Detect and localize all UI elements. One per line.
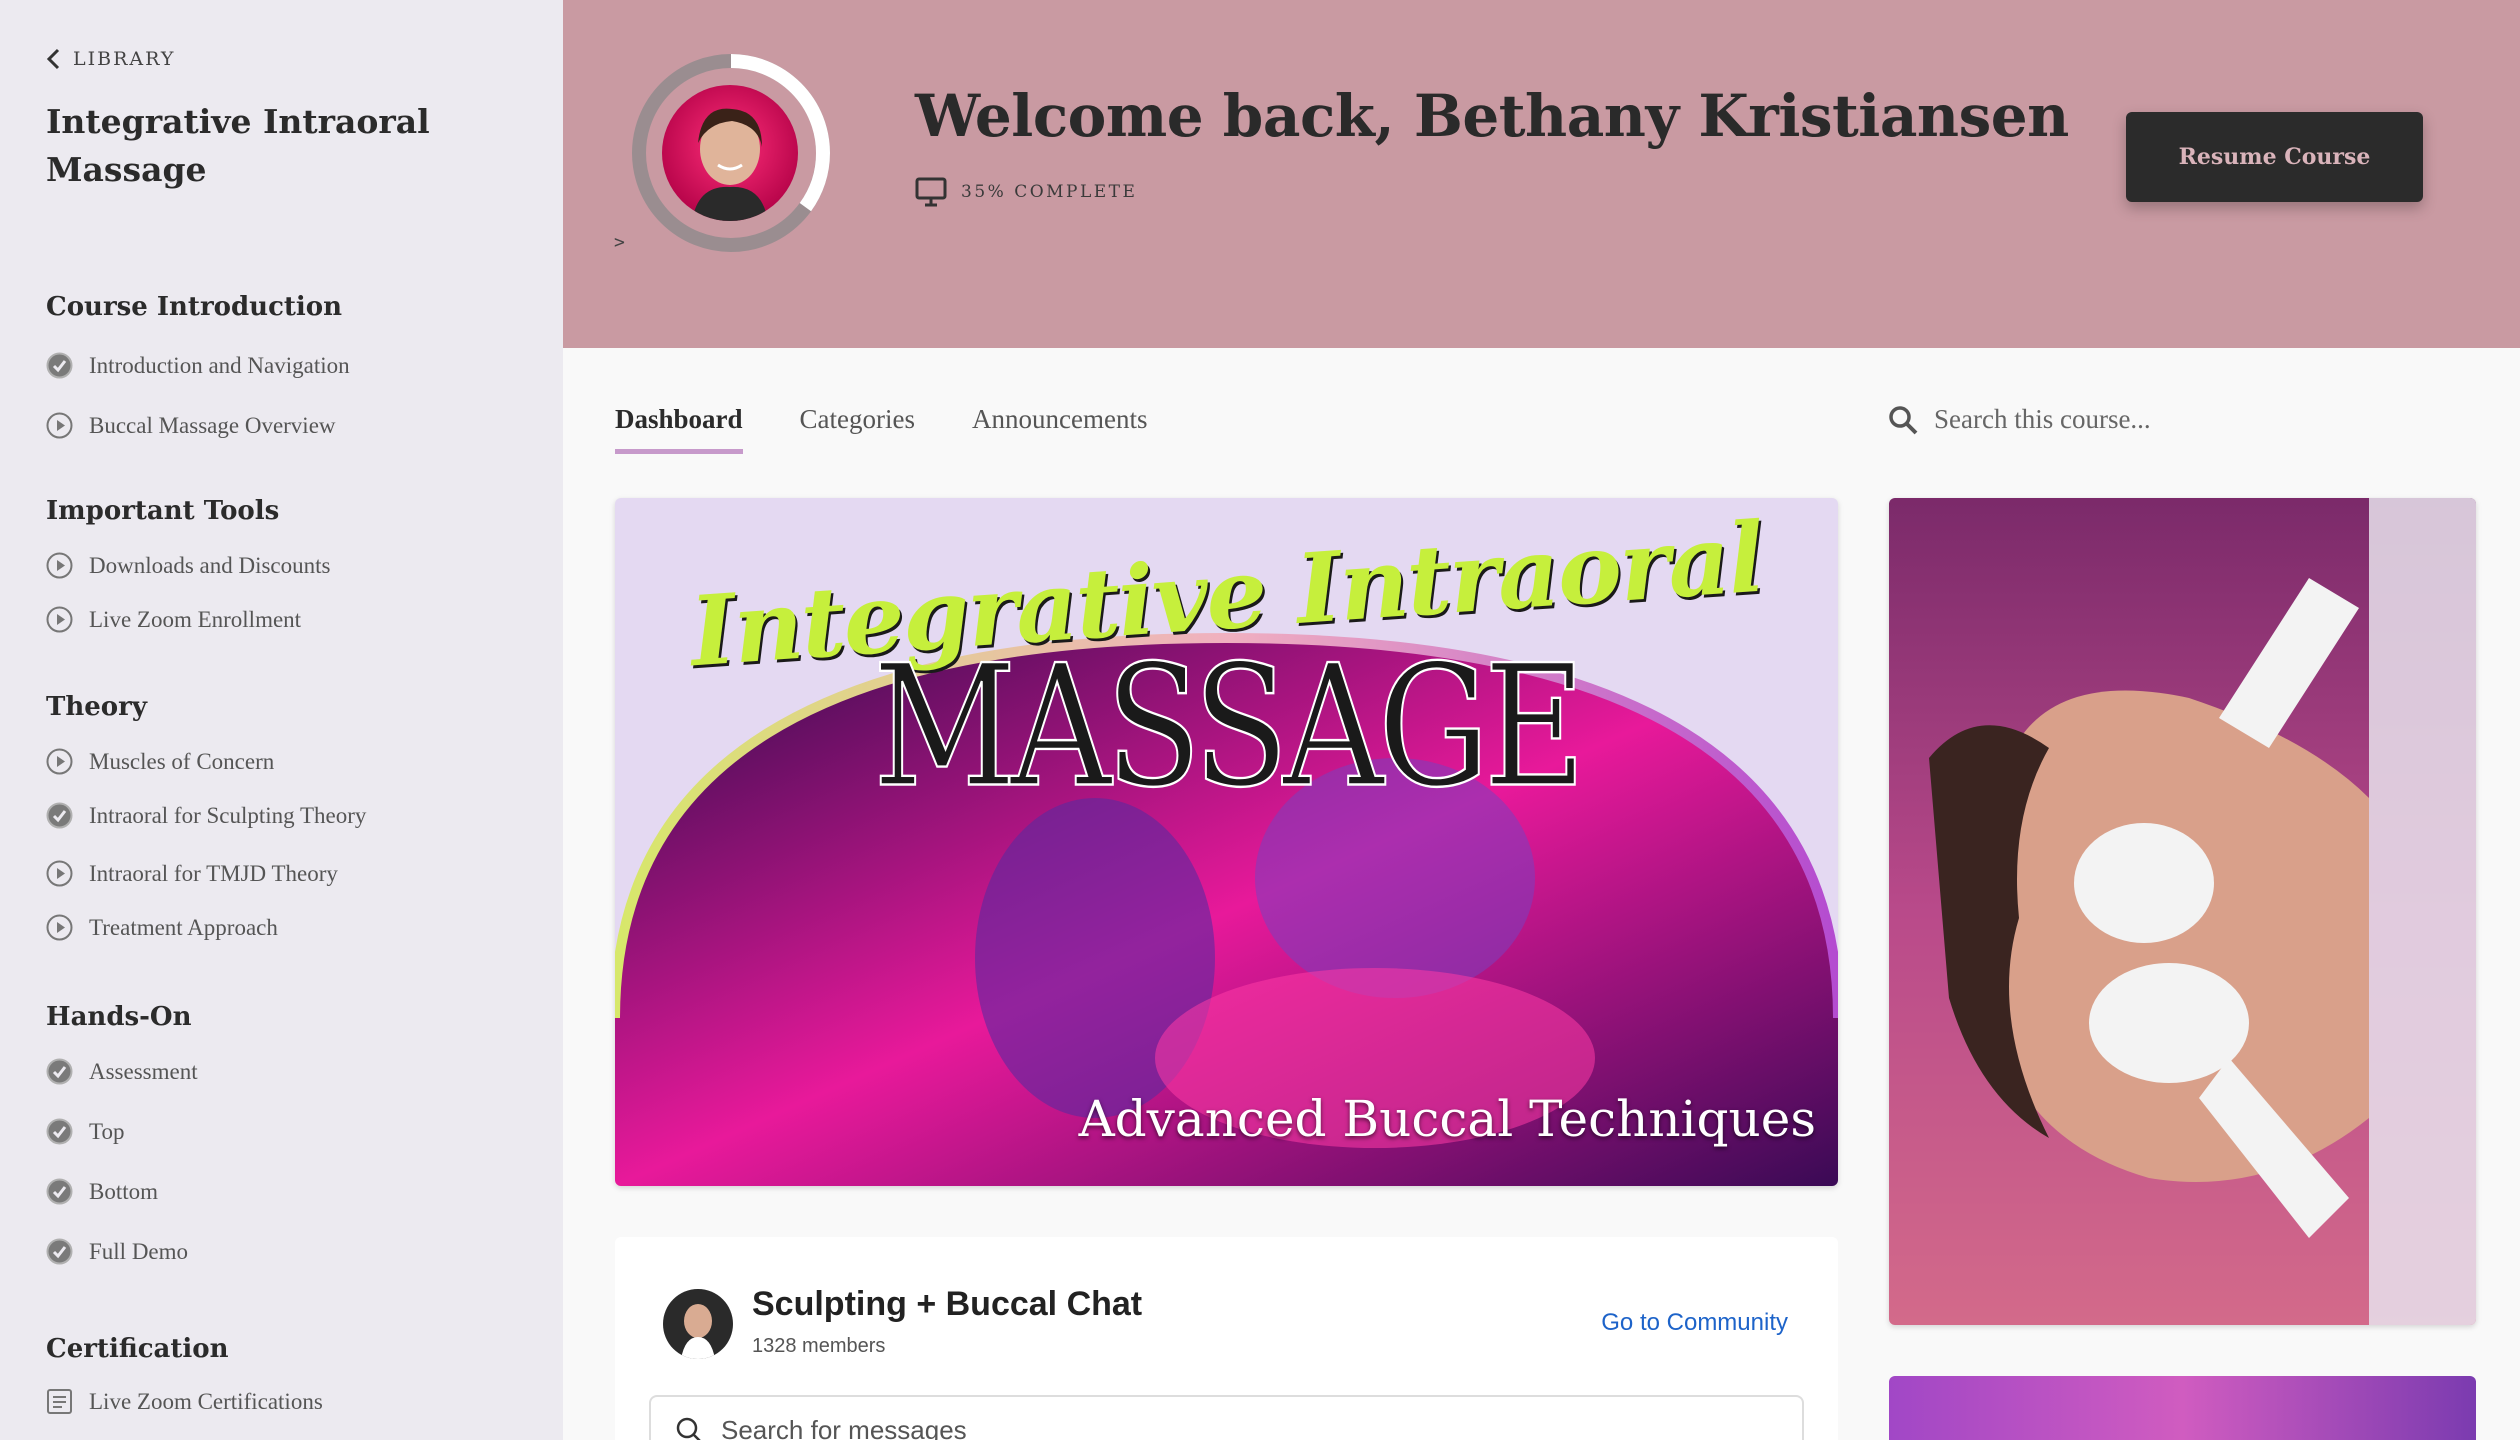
document-icon: [46, 1388, 73, 1415]
lesson-item[interactable]: Full Demo: [46, 1238, 188, 1265]
lesson-item[interactable]: Assessment: [46, 1058, 198, 1085]
go-to-community-link[interactable]: Go to Community: [1601, 1309, 1788, 1337]
check-circle-icon: [46, 1058, 73, 1085]
course-side-image-2[interactable]: [1889, 1376, 2476, 1440]
section-course-introduction: Course Introduction Introduction and Nav…: [46, 292, 350, 439]
section-hands-on: Hands-On Assessment Top Bottom Full Demo: [46, 1002, 198, 1265]
chevron-left-icon: [46, 48, 60, 70]
section-theory: Theory Muscles of Concern Intraoral for …: [46, 692, 366, 941]
lesson-item[interactable]: Treatment Approach: [46, 914, 278, 941]
check-circle-icon: [46, 1118, 73, 1145]
play-circle-icon: [46, 412, 73, 439]
check-circle-icon: [46, 352, 73, 379]
lesson-item[interactable]: Introduction and Navigation: [46, 352, 350, 379]
banner-title: MASSAGE: [872, 629, 1587, 827]
lesson-label: Muscles of Concern: [89, 748, 275, 774]
resume-course-button[interactable]: Resume Course: [2126, 112, 2423, 202]
message-search-input[interactable]: [721, 1414, 1721, 1440]
lesson-label: Top: [89, 1118, 125, 1144]
section-title: Course Introduction: [46, 292, 343, 322]
welcome-heading: Welcome back, Bethany Kristiansen: [915, 82, 2069, 150]
lesson-label: Assessment: [89, 1058, 198, 1084]
back-link-label: LIBRARY: [73, 48, 176, 70]
course-search: [1888, 404, 2448, 435]
lesson-item[interactable]: Buccal Massage Overview: [46, 412, 336, 439]
section-title: Certification: [46, 1334, 229, 1364]
message-search: [649, 1395, 1804, 1440]
section-important-tools: Important Tools Downloads and Discounts …: [46, 496, 330, 633]
tab-categories[interactable]: Categories: [800, 404, 915, 454]
play-circle-icon: [46, 552, 73, 579]
lesson-label: Introduction and Navigation: [89, 352, 350, 378]
lesson-label: Intraoral for Sculpting Theory: [89, 802, 367, 828]
lesson-label: Bottom: [89, 1178, 159, 1204]
lesson-item[interactable]: Intraoral for TMJD Theory: [46, 860, 338, 887]
course-search-input[interactable]: [1934, 404, 2414, 435]
lesson-item[interactable]: Top: [46, 1118, 124, 1145]
search-icon: [1889, 405, 1918, 434]
lesson-item[interactable]: Downloads and Discounts: [46, 552, 330, 579]
lesson-item[interactable]: Muscles of Concern: [46, 748, 274, 775]
check-circle-icon: [46, 1238, 73, 1265]
expand-caret[interactable]: >: [614, 232, 625, 253]
lesson-label: Downloads and Discounts: [89, 552, 331, 578]
course-banner-image[interactable]: Integrative Intraoral MASSAGE Advanced B…: [615, 498, 1838, 1186]
lesson-item[interactable]: Intraoral for Sculpting Theory: [46, 802, 366, 829]
section-title: Hands-On: [46, 1002, 192, 1032]
tab-announcements[interactable]: Announcements: [972, 404, 1147, 454]
banner-subtitle: Advanced Buccal Techniques: [1078, 1090, 1816, 1148]
community-member-count: 1328 members: [752, 1335, 886, 1357]
user-avatar: [662, 85, 798, 221]
course-sidebar: LIBRARY Integrative Intraoral Massage Co…: [0, 0, 563, 1440]
tab-dashboard[interactable]: Dashboard: [615, 404, 743, 454]
lesson-item[interactable]: Live Zoom Certifications: [46, 1388, 323, 1415]
course-tabs: Dashboard Categories Announcements: [615, 404, 1147, 454]
lesson-label: Full Demo: [89, 1238, 189, 1264]
progress-status: 35% COMPLETE: [915, 177, 1137, 207]
lesson-label: Buccal Massage Overview: [89, 412, 336, 438]
play-circle-icon: [46, 748, 73, 775]
community-card: Sculpting + Buccal Chat 1328 members Go …: [615, 1237, 1838, 1440]
check-circle-icon: [46, 802, 73, 829]
section-title: Theory: [46, 692, 147, 722]
lesson-label: Live Zoom Certifications: [89, 1388, 323, 1414]
lesson-label: Intraoral for TMJD Theory: [89, 860, 338, 886]
back-to-library-link[interactable]: LIBRARY: [45, 48, 175, 70]
lesson-item[interactable]: Bottom: [46, 1178, 158, 1205]
lesson-label: Live Zoom Enrollment: [89, 606, 302, 632]
section-title: Important Tools: [46, 496, 280, 526]
play-circle-icon: [46, 914, 73, 941]
community-avatar: [663, 1289, 733, 1359]
check-circle-icon: [46, 1178, 73, 1205]
play-circle-icon: [46, 860, 73, 887]
section-certification: Certification Live Zoom Certifications: [46, 1334, 323, 1414]
search-icon: [676, 1417, 701, 1440]
course-title: Integrative Intraoral Massage: [46, 102, 430, 189]
course-side-image[interactable]: [1889, 498, 2476, 1325]
lesson-item[interactable]: Live Zoom Enrollment: [46, 606, 301, 633]
play-circle-icon: [46, 606, 73, 633]
lesson-label: Treatment Approach: [89, 914, 278, 940]
monitor-icon: [915, 177, 947, 207]
community-name: Sculpting + Buccal Chat: [752, 1285, 1143, 1323]
progress-label: 35% COMPLETE: [961, 182, 1138, 202]
